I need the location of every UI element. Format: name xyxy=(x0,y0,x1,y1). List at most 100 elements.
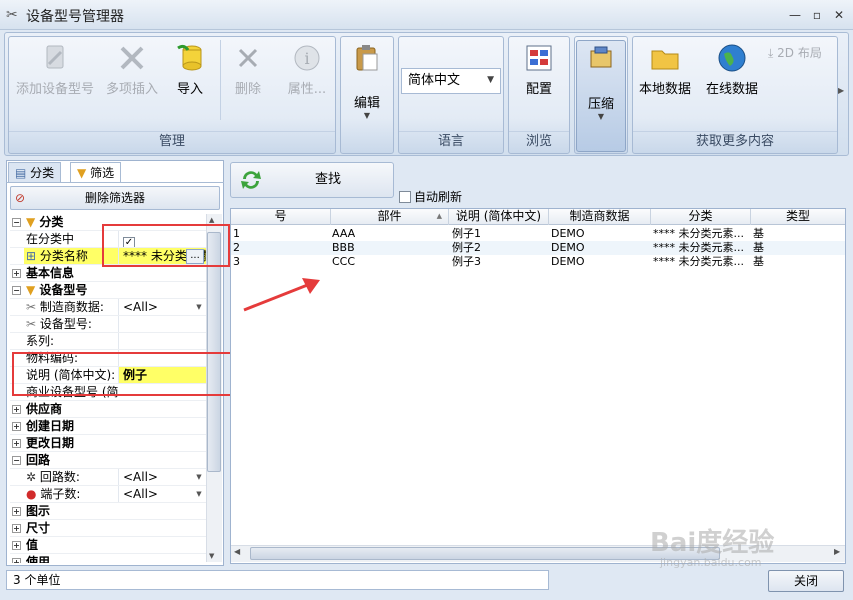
delete-filter-label: 删除筛选器 xyxy=(84,191,145,205)
manufacturer-value: <All> xyxy=(123,300,158,314)
tab-filter[interactable]: ▼ 筛选 xyxy=(70,162,122,182)
scroll-left-icon[interactable]: ◀ xyxy=(234,547,240,556)
close-button[interactable]: 关闭 xyxy=(768,570,844,592)
expand-icon[interactable]: + xyxy=(12,507,21,516)
close-window-button[interactable]: ✕ xyxy=(830,6,848,24)
collapse-icon[interactable]: − xyxy=(12,456,21,465)
online-data-label: 在线数据 xyxy=(705,82,758,97)
expand-icon[interactable]: + xyxy=(12,541,21,550)
section-size[interactable]: + 尺寸 xyxy=(10,520,206,537)
column-header-part[interactable]: 部件 ▲ xyxy=(331,209,449,225)
add-model-button[interactable]: 添加设备型号 xyxy=(12,42,98,97)
import-icon xyxy=(177,44,202,71)
delete-filter-button[interactable]: ⊘ 删除筛选器 xyxy=(10,186,220,210)
funnel-icon: ▼ xyxy=(77,166,87,180)
section-usage[interactable]: + 使用 xyxy=(10,554,206,563)
properties-button[interactable]: i 属性... xyxy=(280,42,334,97)
edit-label: 编辑 xyxy=(353,96,380,111)
language-select[interactable]: 简体中文 ▼ xyxy=(401,68,501,94)
prop-series[interactable]: 系列: xyxy=(10,333,206,350)
add-model-icon xyxy=(46,45,64,69)
chevron-down-icon[interactable]: ▼ xyxy=(192,470,206,485)
section-basic-info-label: 基本信息 xyxy=(26,266,75,280)
section-model[interactable]: − ▼ 设备型号 xyxy=(10,282,206,299)
delete-button[interactable]: 删除 xyxy=(226,42,270,97)
restore-button[interactable]: ▫ xyxy=(808,6,826,24)
chevron-down-icon[interactable]: ▼ xyxy=(192,300,206,315)
expand-icon[interactable]: + xyxy=(12,524,21,533)
section-supplier[interactable]: + 供应商 xyxy=(10,401,206,418)
section-value[interactable]: + 值 xyxy=(10,537,206,554)
prop-circuit-count[interactable]: ✲ 回路数: <All> ▼ xyxy=(10,469,206,486)
dropdown-arrow-icon: ▼ xyxy=(597,112,605,121)
scroll-down-icon[interactable]: ▼ xyxy=(209,552,214,560)
search-button[interactable]: 查找 xyxy=(230,162,394,198)
scroll-up-icon[interactable]: ▲ xyxy=(209,216,214,224)
cell-desc: 例子2 xyxy=(452,241,481,254)
cell-mfr: DEMO xyxy=(551,227,585,240)
prop-model-no[interactable]: ✂ 设备型号: xyxy=(10,316,206,333)
scroll-right-icon[interactable]: ▶ xyxy=(834,547,840,556)
expand-icon[interactable]: + xyxy=(12,422,21,431)
compress-label: 压缩 xyxy=(587,97,614,112)
cell-desc: 例子1 xyxy=(452,227,481,240)
column-header-desc[interactable]: 说明 (简体中文) xyxy=(449,209,549,225)
dropdown-arrow-icon: ▼ xyxy=(363,111,371,120)
series-value[interactable] xyxy=(118,333,206,349)
import-button[interactable]: 导入 xyxy=(168,42,212,97)
compress-button[interactable]: 压缩 ▼ xyxy=(576,40,626,152)
multi-insert-button[interactable]: 多项插入 xyxy=(102,42,162,97)
tools-icon: ✂ xyxy=(6,7,18,23)
section-modified[interactable]: + 更改日期 xyxy=(10,435,206,452)
minimize-button[interactable]: — xyxy=(786,6,804,24)
cell-no: 3 xyxy=(233,255,240,268)
layout-2d-button[interactable]: ⤓ 2D 布局 xyxy=(768,44,822,61)
collapse-icon[interactable]: − xyxy=(12,286,21,295)
ribbon-scroll-icon[interactable]: ▶ xyxy=(838,86,844,95)
table-row[interactable]: 1 AAA 例子1 DEMO **** 未分类元素... 基 xyxy=(231,227,845,241)
prop-terminal-count-label: 端子数: xyxy=(40,487,81,501)
column-header-category[interactable]: 分类 xyxy=(651,209,751,225)
collapse-icon[interactable]: − xyxy=(12,218,21,227)
section-created-label: 创建日期 xyxy=(26,419,75,433)
auto-refresh-label: 自动刷新 xyxy=(414,190,463,204)
local-data-button[interactable]: 本地数据 xyxy=(636,42,694,97)
section-basic-info[interactable]: + 基本信息 xyxy=(10,265,206,282)
section-circuit[interactable]: − 回路 xyxy=(10,452,206,469)
config-button[interactable]: 配置 xyxy=(512,42,566,97)
delete-filter-icon: ⊘ xyxy=(15,191,26,205)
prop-series-label: 系列: xyxy=(26,334,55,348)
section-size-label: 尺寸 xyxy=(26,521,51,535)
cell-part: BBB xyxy=(332,241,355,254)
cell-category: **** 未分类元素... xyxy=(653,255,744,268)
tab-category[interactable]: ▤ 分类 xyxy=(8,162,62,182)
auto-refresh-checkbox[interactable] xyxy=(399,191,411,203)
prop-manufacturer[interactable]: ✂ 制造商数据: <All> ▼ xyxy=(10,299,206,316)
section-diagram[interactable]: + 图示 xyxy=(10,503,206,520)
expand-icon[interactable]: + xyxy=(12,439,21,448)
table-row[interactable]: 3 CCC 例子3 DEMO **** 未分类元素... 基 xyxy=(231,255,845,269)
category-tab-icon: ▤ xyxy=(15,166,27,180)
search-label: 查找 xyxy=(315,172,342,187)
clipboard-icon xyxy=(356,45,378,71)
online-data-button[interactable]: 在线数据 xyxy=(702,42,762,97)
table-row[interactable]: 2 BBB 例子2 DEMO **** 未分类元素... 基 xyxy=(231,241,845,255)
edit-button[interactable]: 编辑 ▼ xyxy=(342,42,392,120)
funnel-icon: ▼ xyxy=(26,215,36,229)
auto-refresh-option[interactable]: 自动刷新 xyxy=(399,188,462,205)
expand-icon[interactable]: + xyxy=(12,269,21,278)
section-created[interactable]: + 创建日期 xyxy=(10,418,206,435)
prop-terminal-count[interactable]: ● 端子数: <All> ▼ xyxy=(10,486,206,503)
expand-icon[interactable]: + xyxy=(12,405,21,414)
column-header-mfr[interactable]: 制造商数据 xyxy=(549,209,651,225)
tab-divider xyxy=(6,182,224,183)
cell-part: AAA xyxy=(332,227,356,240)
delete-icon xyxy=(238,48,258,68)
cell-no: 1 xyxy=(233,227,240,240)
column-header-type[interactable]: 类型 xyxy=(751,209,845,225)
multi-insert-icon xyxy=(120,46,144,70)
model-no-value[interactable] xyxy=(118,316,206,332)
expand-icon[interactable]: + xyxy=(12,558,21,563)
chevron-down-icon[interactable]: ▼ xyxy=(192,487,206,502)
column-header-no[interactable]: 号 xyxy=(231,209,331,225)
